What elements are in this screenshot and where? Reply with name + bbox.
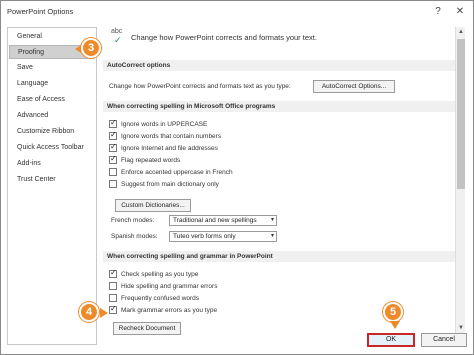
callout-4-pointer [100,308,108,318]
proofing-panel: abc ✓ Change how PowerPoint corrects and… [101,27,465,345]
option-label: Hide spelling and grammar errors [121,283,218,290]
hide-errors-checkbox[interactable] [109,282,117,290]
sidebar-item-ease-of-access[interactable]: Ease of Access [9,93,95,107]
sidebar-item-language[interactable]: Language [9,77,95,91]
window-title: PowerPoint Options [7,7,74,16]
callout-4-badge: 4 [79,302,99,322]
chevron-down-icon: ▾ [270,217,274,223]
french-modes-select[interactable]: Traditional and new spellings ▾ [169,215,277,226]
scroll-up-icon[interactable]: ▲ [456,27,466,37]
ok-button[interactable]: OK [367,333,415,347]
header-row: abc ✓ Change how PowerPoint corrects and… [105,27,445,49]
option-label: Flag repeated words [121,157,181,164]
checkmark-icon: ✓ [114,35,122,45]
check-spelling-checkbox[interactable] [109,268,117,278]
panel-scrollbar[interactable]: ▲ ▼ [455,27,465,333]
cancel-button[interactable]: Cancel [421,333,467,347]
spanish-modes-label: Spanish modes: [111,233,158,240]
scroll-thumb[interactable] [457,39,465,189]
custom-dictionaries-button[interactable]: Custom Dictionaries... [115,199,191,212]
section-ppt-spelling: When correcting spelling and grammar in … [103,251,455,262]
callout-5-badge: 5 [383,302,403,322]
enforce-french-checkbox[interactable] [109,168,117,176]
scroll-down-icon[interactable]: ▼ [456,323,466,333]
confused-words-checkbox[interactable] [109,294,117,302]
french-modes-value: Traditional and new spellings [173,217,257,224]
section-office-spelling: When correcting spelling in Microsoft Of… [103,101,455,112]
sidebar-item-advanced[interactable]: Advanced [9,109,95,123]
help-button[interactable]: ? [431,5,445,19]
abc-check-icon: abc [111,28,123,35]
option-label: Check spelling as you type [121,271,199,278]
chevron-down-icon: ▾ [270,233,274,239]
option-label: Mark grammar errors as you type [121,307,218,314]
option-label: Enforce accented uppercase in French [121,169,233,176]
callout-3-badge: 3 [81,38,101,58]
close-button[interactable]: ✕ [453,5,467,19]
ignore-uppercase-checkbox[interactable] [109,118,117,128]
mark-grammar-checkbox[interactable] [109,304,117,314]
sidebar-item-add-ins[interactable]: Add-ins [9,157,95,171]
panel-description: Change how PowerPoint corrects and forma… [131,33,317,42]
sidebar: General Proofing Save Language Ease of A… [7,27,97,345]
option-label: Frequently confused words [121,295,200,302]
options-dialog: PowerPoint Options ? ✕ General Proofing … [0,0,474,355]
autocorrect-label: Change how PowerPoint corrects and forma… [109,83,291,90]
option-label: Suggest from main dictionary only [121,181,219,188]
sidebar-item-save[interactable]: Save [9,61,95,75]
section-autocorrect: AutoCorrect options [103,60,455,71]
option-label: Ignore words in UPPERCASE [121,121,208,128]
flag-repeated-checkbox[interactable] [109,154,117,164]
spanish-modes-value: Tuteo verb forms only [173,233,236,240]
title-bar: PowerPoint Options ? ✕ [1,1,473,23]
spanish-modes-select[interactable]: Tuteo verb forms only ▾ [169,231,277,242]
option-label: Ignore Internet and file addresses [121,145,218,152]
recheck-document-button[interactable]: Recheck Document [113,322,181,335]
sidebar-item-customize-ribbon[interactable]: Customize Ribbon [9,125,95,139]
option-label: Ignore words that contain numbers [121,133,222,140]
autocorrect-options-button[interactable]: AutoCorrect Options... [313,80,395,93]
ignore-internet-checkbox[interactable] [109,142,117,152]
callout-5-pointer [390,321,400,329]
french-modes-label: French modes: [111,217,155,224]
main-dictionary-checkbox[interactable] [109,180,117,188]
ignore-numbers-checkbox[interactable] [109,130,117,140]
sidebar-item-trust-center[interactable]: Trust Center [9,173,95,187]
sidebar-item-quick-access-toolbar[interactable]: Quick Access Toolbar [9,141,95,155]
